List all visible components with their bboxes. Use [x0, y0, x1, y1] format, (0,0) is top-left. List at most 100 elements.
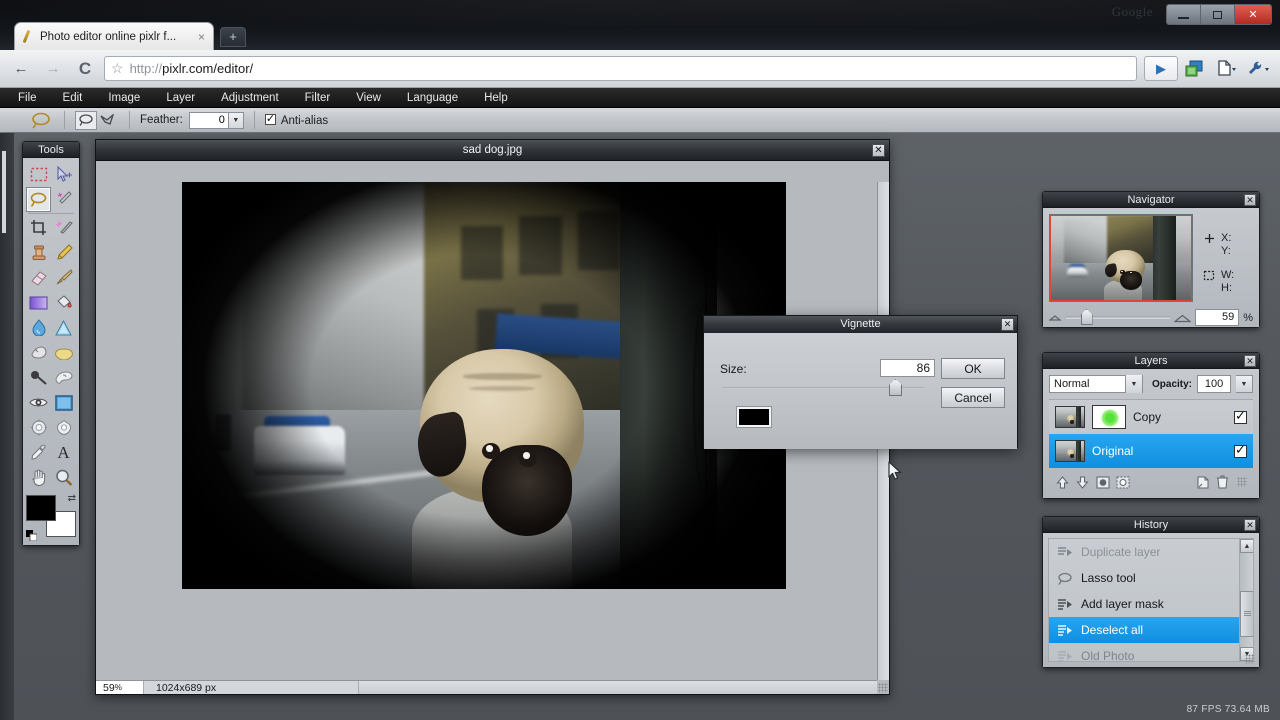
circle-square-icon[interactable]: [1095, 475, 1110, 490]
close-icon[interactable]: ✕: [872, 144, 885, 157]
menu-help[interactable]: Help: [484, 92, 524, 104]
crop-tool[interactable]: [26, 215, 51, 240]
go-button[interactable]: ▶: [1144, 56, 1178, 81]
smudge-tool[interactable]: [26, 340, 51, 365]
pinch-tool[interactable]: [51, 415, 76, 440]
feather-stepper[interactable]: ▼: [189, 112, 244, 129]
chevron-down-icon[interactable]: ▼: [1236, 375, 1253, 393]
cancel-button[interactable]: Cancel: [941, 387, 1005, 408]
paint-bucket-tool[interactable]: [51, 290, 76, 315]
menu-edit[interactable]: Edit: [63, 92, 99, 104]
burn-tool[interactable]: [51, 365, 76, 390]
eyedropper-tool[interactable]: [26, 440, 51, 465]
navigator-zoom-value[interactable]: 59: [1195, 309, 1239, 326]
back-icon[interactable]: ←: [6, 56, 36, 82]
blur-tool[interactable]: [26, 315, 51, 340]
reset-colors-icon[interactable]: [26, 528, 37, 539]
canvas-status-scrollbar[interactable]: 59% 1024x689 px: [96, 680, 877, 694]
trash-icon[interactable]: [1215, 475, 1230, 490]
close-icon[interactable]: ✕: [1001, 318, 1014, 331]
new-tab-button[interactable]: +: [220, 27, 246, 47]
vignette-color-swatch[interactable]: [737, 407, 771, 427]
navigator-thumbnail[interactable]: [1049, 214, 1193, 302]
navigator-zoom-handle[interactable]: [1081, 309, 1093, 325]
blend-mode-select[interactable]: Normal ▼: [1049, 375, 1143, 393]
lasso-polygon-mode-button[interactable]: [97, 111, 119, 130]
address-bar[interactable]: ☆ http://pixlr.com/editor/: [104, 56, 1137, 81]
dodge-tool[interactable]: [26, 365, 51, 390]
navigator-zoom-row[interactable]: 59 %: [1049, 309, 1253, 326]
vignette-dialog-titlebar[interactable]: Vignette ✕: [704, 316, 1017, 333]
menu-file[interactable]: File: [18, 92, 53, 104]
replace-color-tool[interactable]: [51, 390, 76, 415]
history-item-deselect-all[interactable]: Deselect all: [1049, 617, 1253, 643]
bloat-tool[interactable]: [26, 415, 51, 440]
wrench-menu-icon[interactable]: [1244, 56, 1274, 82]
color-swatches[interactable]: ⇄: [26, 495, 76, 539]
red-eye-tool[interactable]: [26, 390, 51, 415]
new-page-icon[interactable]: [1195, 475, 1210, 490]
chevron-down-icon[interactable]: ▼: [1125, 375, 1142, 393]
layer-visibility-checkbox[interactable]: [1234, 411, 1247, 424]
close-icon[interactable]: ✕: [1244, 519, 1256, 531]
type-tool[interactable]: A: [51, 440, 76, 465]
menu-layer[interactable]: Layer: [166, 92, 211, 104]
chevron-down-icon[interactable]: [1075, 475, 1090, 490]
mask-icon[interactable]: [1115, 475, 1130, 490]
history-item-lasso-tool[interactable]: Lasso tool: [1049, 565, 1253, 591]
page-menu-icon[interactable]: [1212, 56, 1242, 82]
history-item-add-layer-mask[interactable]: Add layer mask: [1049, 591, 1253, 617]
scroll-up-icon[interactable]: ▲: [1240, 539, 1254, 553]
menu-view[interactable]: View: [356, 92, 397, 104]
gradient-tool[interactable]: [26, 290, 51, 315]
pencil-tool[interactable]: [51, 240, 76, 265]
bookmark-star-icon[interactable]: ☆: [111, 60, 124, 77]
menu-language[interactable]: Language: [407, 92, 474, 104]
history-scrollbar[interactable]: ▲ ▼: [1239, 539, 1253, 661]
layer-visibility-checkbox[interactable]: [1234, 445, 1247, 458]
forward-icon[interactable]: →: [38, 56, 68, 82]
scrollbar-thumb[interactable]: [1240, 591, 1254, 637]
hand-tool[interactable]: [26, 465, 51, 490]
clone-stamp-tool[interactable]: [26, 240, 51, 265]
photo-canvas[interactable]: [182, 182, 786, 589]
image-window-titlebar[interactable]: sad dog.jpg ✕: [96, 140, 889, 161]
zoom-tool[interactable]: [51, 465, 76, 490]
magic-wand-tool[interactable]: [51, 215, 76, 240]
layer-row-copy[interactable]: Copy: [1049, 400, 1253, 434]
layer-row-original[interactable]: Original: [1049, 434, 1253, 468]
feather-input[interactable]: [189, 112, 229, 129]
menu-filter[interactable]: Filter: [305, 92, 347, 104]
marquee-select-tool[interactable]: [26, 162, 51, 187]
extension-icon[interactable]: [1180, 56, 1210, 82]
browser-tab[interactable]: Photo editor online pixlr f... ×: [14, 22, 214, 50]
size-value-input[interactable]: 86: [880, 359, 935, 377]
history-item-duplicate-layer[interactable]: Duplicate layer: [1049, 539, 1253, 565]
foreground-color-swatch[interactable]: [26, 495, 56, 521]
wand-select-tool[interactable]: [51, 187, 76, 212]
menu-adjustment[interactable]: Adjustment: [221, 92, 295, 104]
brush-tool[interactable]: [51, 265, 76, 290]
close-icon[interactable]: ✕: [1244, 355, 1256, 367]
resize-grip-icon[interactable]: [1237, 477, 1247, 487]
opacity-input[interactable]: 100: [1197, 375, 1231, 393]
chevron-down-icon[interactable]: ▼: [229, 112, 244, 129]
sponge-tool[interactable]: [51, 340, 76, 365]
ok-button[interactable]: OK: [941, 358, 1005, 379]
chevron-up-icon[interactable]: [1055, 475, 1070, 490]
reload-icon[interactable]: C: [70, 56, 100, 82]
resize-grip-icon[interactable]: [878, 683, 888, 693]
size-slider-handle[interactable]: [889, 379, 902, 396]
close-icon[interactable]: ×: [196, 30, 207, 44]
menu-image[interactable]: Image: [108, 92, 156, 104]
lasso-tool[interactable]: [26, 187, 51, 212]
swap-colors-icon[interactable]: ⇄: [68, 493, 76, 504]
history-item-old-photo[interactable]: Old Photo: [1049, 643, 1253, 662]
resize-grip-icon[interactable]: [1245, 654, 1255, 664]
lasso-freehand-mode-button[interactable]: [75, 111, 97, 130]
navigator-zoom-track[interactable]: [1066, 316, 1170, 319]
sharpen-tool[interactable]: [51, 315, 76, 340]
eraser-tool[interactable]: [26, 265, 51, 290]
move-tool[interactable]: [51, 162, 76, 187]
antialias-checkbox[interactable]: Anti-alias: [265, 114, 328, 127]
